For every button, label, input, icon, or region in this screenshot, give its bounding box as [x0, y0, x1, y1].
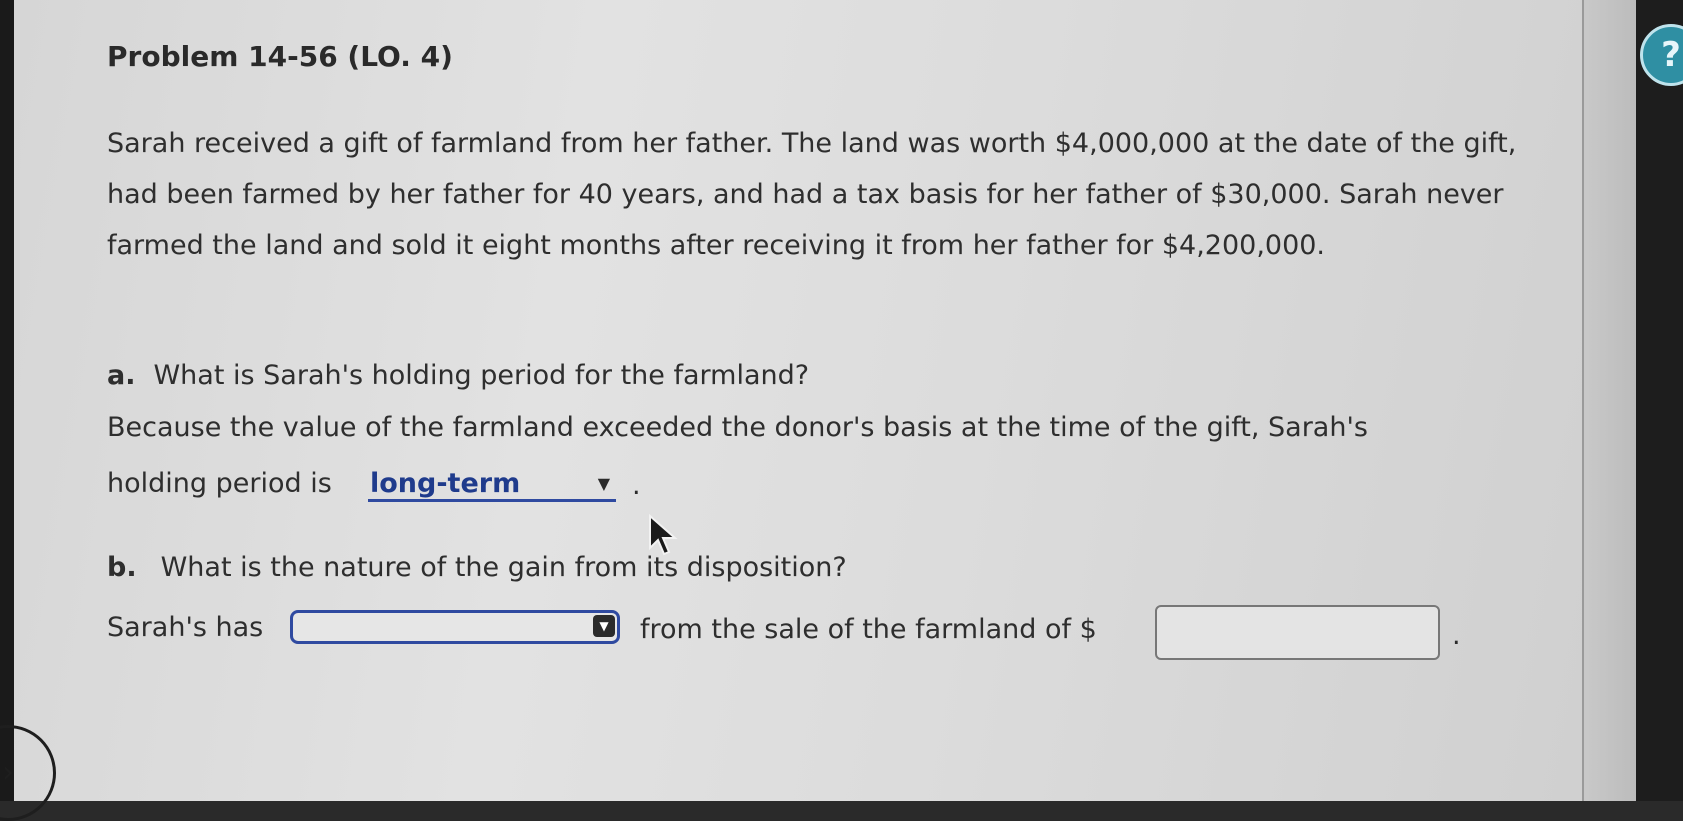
part-b-period: .	[1452, 620, 1461, 651]
scrollbar[interactable]	[1582, 0, 1636, 801]
scrollbar-edge	[1582, 0, 1584, 801]
part-b-letter: b.	[107, 552, 137, 583]
part-a-period: .	[632, 470, 641, 501]
right-bezel	[1636, 0, 1683, 801]
part-a-question-text: What is Sarah's holding period for the f…	[153, 360, 810, 391]
part-b-middle: from the sale of the farmland of $	[640, 614, 1097, 645]
part-b-question: b. What is the nature of the gain from it…	[107, 552, 847, 583]
problem-description: Sarah received a gift of farmland from h…	[107, 128, 1517, 261]
part-a-letter: a.	[107, 360, 136, 391]
caret-down-icon: ▼	[593, 615, 615, 637]
gain-amount-input[interactable]	[1155, 605, 1440, 660]
part-a-question: a. What is Sarah's holding period for the…	[107, 360, 809, 391]
mouse-pointer-icon	[649, 514, 678, 556]
holding-period-dropdown[interactable]: long-term ▼	[368, 466, 616, 502]
part-a-statement: Because the value of the farmland exceed…	[107, 412, 1368, 443]
part-b-prefix: Sarah's has	[107, 612, 264, 643]
holding-period-value: long-term	[370, 468, 521, 499]
gain-nature-dropdown[interactable]: ▼	[290, 610, 620, 644]
part-a-holding-label: holding period is	[107, 468, 332, 499]
caret-down-icon: ▼	[597, 474, 610, 493]
part-b-question-text: What is the nature of the gain from its …	[160, 552, 847, 583]
chevron-right-icon[interactable]: ›	[2, 755, 14, 790]
problem-title: Problem 14-56 (LO. 4)	[107, 40, 453, 73]
left-bezel	[0, 0, 14, 801]
